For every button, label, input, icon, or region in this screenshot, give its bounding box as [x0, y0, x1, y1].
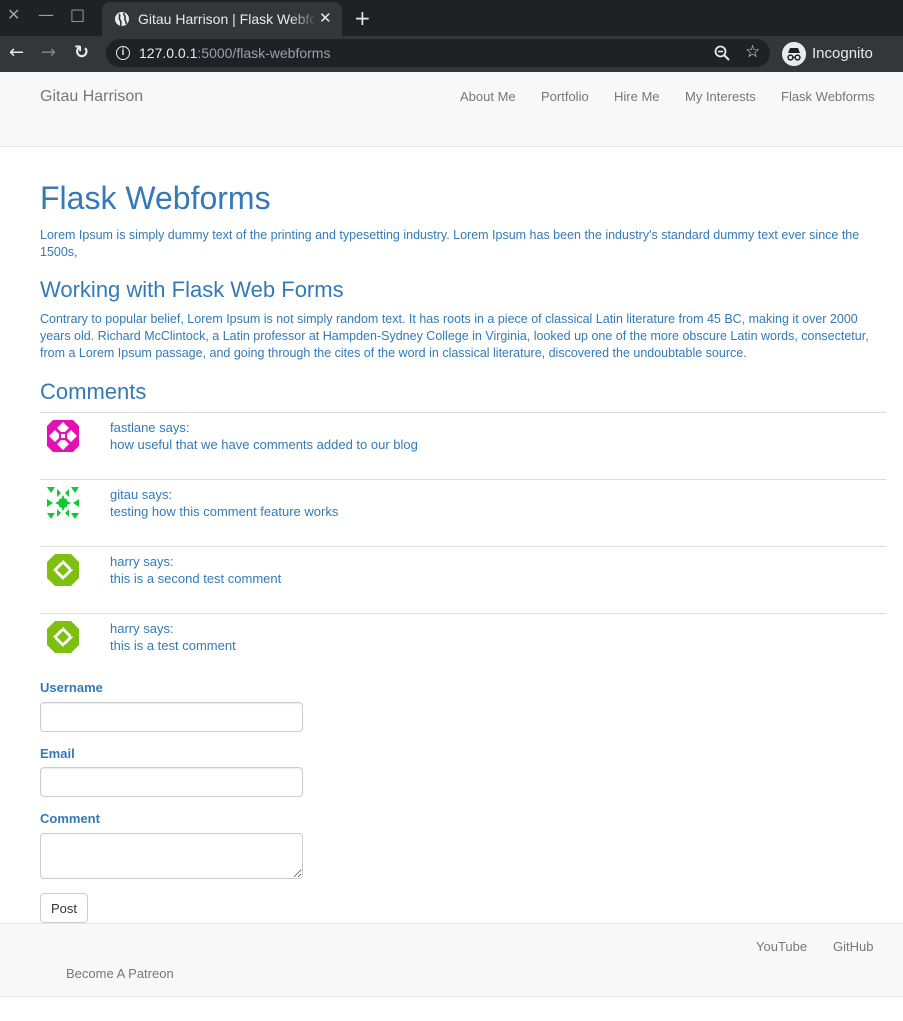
nav-portfolio[interactable]: Portfolio	[541, 89, 589, 104]
comment-item: harry says: this is a test comment	[40, 613, 886, 680]
comment-item: gitau says: testing how this comment fea…	[40, 479, 886, 546]
nav-about-me[interactable]: About Me	[460, 89, 516, 104]
comment-item: fastlane says: how useful that we have c…	[40, 412, 886, 479]
tab-title-fade	[290, 8, 318, 30]
comment-author: gitau says:	[110, 487, 173, 502]
incognito-indicator[interactable]: Incognito	[780, 40, 890, 68]
comment-item: harry says: this is a second test commen…	[40, 546, 886, 613]
comment-field[interactable]	[40, 833, 303, 879]
section-heading: Working with Flask Web Forms	[40, 277, 344, 302]
footer-youtube-link[interactable]: YouTube	[756, 939, 807, 954]
incognito-label: Incognito	[812, 45, 873, 62]
footer-github-link[interactable]: GitHub	[833, 939, 873, 954]
username-field[interactable]	[40, 702, 303, 732]
incognito-icon	[782, 42, 806, 66]
site-footer: YouTube GitHub Become A Patreon	[0, 923, 903, 997]
email-label: Email	[40, 746, 75, 761]
identicon-avatar	[47, 621, 79, 653]
new-tab-button[interactable]: +	[354, 6, 371, 30]
email-field[interactable]	[40, 767, 303, 797]
window-maximize-icon[interactable]: □	[70, 5, 85, 24]
comment-author: harry says:	[110, 554, 174, 569]
post-button[interactable]: Post	[40, 893, 88, 923]
nav-flask-webforms[interactable]: Flask Webforms	[781, 89, 875, 104]
window-close-icon[interactable]: ✕	[7, 5, 20, 24]
back-arrow-icon[interactable]: ←	[9, 42, 24, 63]
comment-text: this is a test comment	[110, 638, 236, 653]
comment-author: harry says:	[110, 621, 174, 636]
address-bar[interactable]: i 127.0.0.1:5000/flask-webforms ☆	[106, 39, 770, 67]
comment-text: testing how this comment feature works	[110, 504, 339, 519]
zoom-out-icon[interactable]	[713, 44, 731, 62]
identicon-avatar	[47, 487, 79, 519]
comments-heading: Comments	[40, 379, 147, 404]
reload-icon[interactable]: ↻	[74, 42, 89, 63]
intro-paragraph: Lorem Ipsum is simply dummy text of the …	[40, 228, 860, 259]
bookmark-star-icon[interactable]: ☆	[745, 42, 760, 62]
tab-close-icon[interactable]: ✕	[319, 9, 332, 27]
username-label: Username	[40, 680, 103, 695]
page-title: Flask Webforms	[40, 180, 271, 216]
site-navbar: Gitau Harrison About Me Portfolio Hire M…	[0, 72, 903, 147]
footer-patreon-link[interactable]: Become A Patreon	[66, 966, 174, 981]
tab-title: Gitau Harrison | Flask Webforms	[138, 11, 314, 27]
nav-my-interests[interactable]: My Interests	[685, 89, 756, 104]
forward-arrow-icon[interactable]: →	[41, 42, 56, 63]
url-text[interactable]: 127.0.0.1:5000/flask-webforms	[139, 45, 330, 61]
section-paragraph: Contrary to popular belief, Lorem Ipsum …	[40, 312, 869, 360]
nav-hire-me[interactable]: Hire Me	[614, 89, 660, 104]
site-brand[interactable]: Gitau Harrison	[40, 88, 143, 106]
url-host: 127.0.0.1	[139, 45, 198, 61]
comment-text: how useful that we have comments added t…	[110, 437, 418, 452]
url-path: :5000/flask-webforms	[197, 45, 331, 61]
comment-author: fastlane says:	[110, 420, 190, 435]
site-info-icon[interactable]: i	[116, 46, 130, 60]
browser-tab[interactable]: Gitau Harrison | Flask Webforms ✕	[102, 2, 342, 36]
window-minimize-icon[interactable]: —	[38, 5, 54, 24]
browser-toolbar: ← → ↻ i 127.0.0.1:5000/flask-webforms ☆ …	[0, 36, 903, 72]
identicon-avatar	[47, 554, 79, 586]
browser-titlebar: ✕ — □ Gitau Harrison | Flask Webforms ✕ …	[0, 0, 903, 36]
globe-icon	[115, 12, 129, 27]
comment-label: Comment	[40, 811, 100, 826]
identicon-avatar	[47, 420, 79, 452]
comment-text: this is a second test comment	[110, 571, 282, 586]
